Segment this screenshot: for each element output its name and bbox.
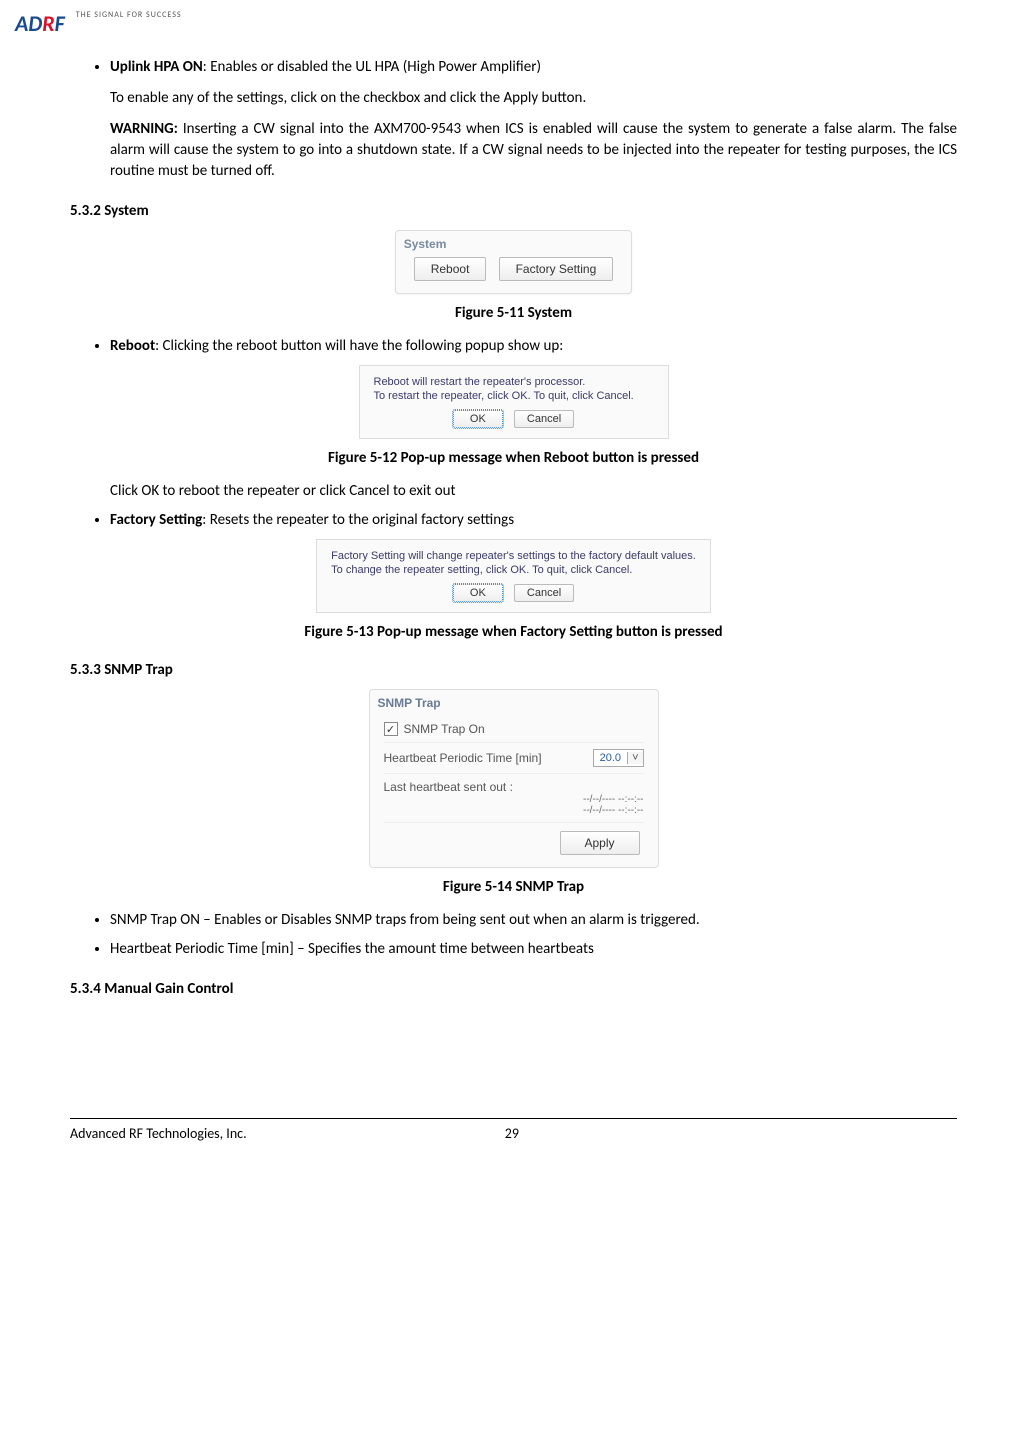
section-heading-system: 5.3.2 System	[70, 202, 957, 220]
snmp-panel-title: SNMP Trap	[378, 696, 644, 710]
timestamp-1: --/--/---- --:--:--	[384, 794, 644, 805]
snmp-panel: SNMP Trap ✓ SNMP Trap On Heartbeat Perio…	[369, 689, 659, 868]
footer-company: Advanced RF Technologies, Inc.	[70, 1125, 247, 1142]
bullet-reboot: Reboot: Clicking the reboot button will …	[110, 336, 957, 357]
dialog-text: To restart the repeater, click OK. To qu…	[374, 390, 654, 402]
heartbeat-time-label: Heartbeat Periodic Time [min]	[384, 751, 542, 765]
bullet-label: Reboot	[110, 337, 155, 355]
bullet-desc: : Clicking the reboot button will have t…	[155, 337, 563, 355]
ok-button[interactable]: OK	[453, 584, 503, 602]
bullet-desc: : Enables or disabled the UL HPA (High P…	[203, 58, 541, 76]
logo-letter: D	[28, 10, 42, 37]
system-panel-title: System	[404, 237, 618, 251]
timestamp-2: --/--/---- --:--:--	[384, 805, 644, 816]
figure-caption-5-14: Figure 5-14 SNMP Trap	[70, 878, 957, 896]
warning-label: WARNING:	[110, 120, 178, 138]
last-heartbeat-label: Last heartbeat sent out :	[384, 780, 644, 794]
dialog-text: Factory Setting will change repeater's s…	[331, 550, 696, 562]
bullet-label: Factory Setting	[110, 511, 202, 529]
reboot-dialog: Reboot will restart the repeater's proce…	[359, 365, 669, 439]
bullet-snmp-2: Heartbeat Periodic Time [min] – Specifie…	[110, 939, 957, 960]
page-footer: Advanced RF Technologies, Inc. 29	[70, 1118, 957, 1142]
logo-tagline: THE SIGNAL FOR SUCCESS	[76, 10, 182, 20]
cancel-button[interactable]: Cancel	[514, 410, 574, 428]
heartbeat-time-value: 20.0	[594, 752, 627, 764]
figure-caption-5-13: Figure 5-13 Pop-up message when Factory …	[70, 623, 957, 641]
reboot-after-text: Click OK to reboot the repeater or click…	[110, 481, 957, 502]
logo-letter: F	[55, 10, 65, 37]
factory-setting-button[interactable]: Factory Setting	[499, 257, 614, 281]
cancel-button[interactable]: Cancel	[514, 584, 574, 602]
factory-dialog: Factory Setting will change repeater's s…	[316, 539, 711, 613]
bullet-factory: Factory Setting: Resets the repeater to …	[110, 510, 957, 531]
bullet-label: Uplink HPA ON	[110, 58, 203, 76]
logo: ADRF THE SIGNAL FOR SUCCESS	[15, 10, 957, 37]
figure-caption-5-11: Figure 5-11 System	[70, 304, 957, 322]
snmp-trap-label: SNMP Trap On	[404, 722, 485, 736]
heartbeat-time-select[interactable]: 20.0 ˅	[593, 749, 644, 767]
figure-caption-5-12: Figure 5-12 Pop-up message when Reboot b…	[70, 449, 957, 467]
system-panel: System Reboot Factory Setting	[395, 230, 633, 294]
warning-block: WARNING: Inserting a CW signal into the …	[110, 119, 957, 182]
apply-button[interactable]: Apply	[560, 831, 640, 855]
section-heading-snmp: 5.3.3 SNMP Trap	[70, 661, 957, 679]
footer-page-number: 29	[247, 1125, 777, 1142]
chevron-down-icon: ˅	[627, 752, 642, 764]
dialog-text: To change the repeater setting, click OK…	[331, 564, 696, 576]
section-heading-manual-gain: 5.3.4 Manual Gain Control	[70, 980, 957, 998]
logo-letter: R	[42, 10, 54, 37]
bullet-uplink: Uplink HPA ON: Enables or disabled the U…	[110, 57, 957, 78]
warning-text: Inserting a CW signal into the AXM700-95…	[110, 120, 957, 180]
reboot-button[interactable]: Reboot	[414, 257, 487, 281]
ok-button[interactable]: OK	[453, 410, 503, 428]
bullet-snmp-1: SNMP Trap ON – Enables or Disables SNMP …	[110, 910, 957, 931]
logo-letter: A	[15, 10, 28, 37]
enable-instruction: To enable any of the settings, click on …	[110, 88, 957, 109]
bullet-desc: : Resets the repeater to the original fa…	[202, 511, 514, 529]
snmp-trap-checkbox[interactable]: ✓	[384, 722, 398, 736]
dialog-text: Reboot will restart the repeater's proce…	[374, 376, 654, 388]
